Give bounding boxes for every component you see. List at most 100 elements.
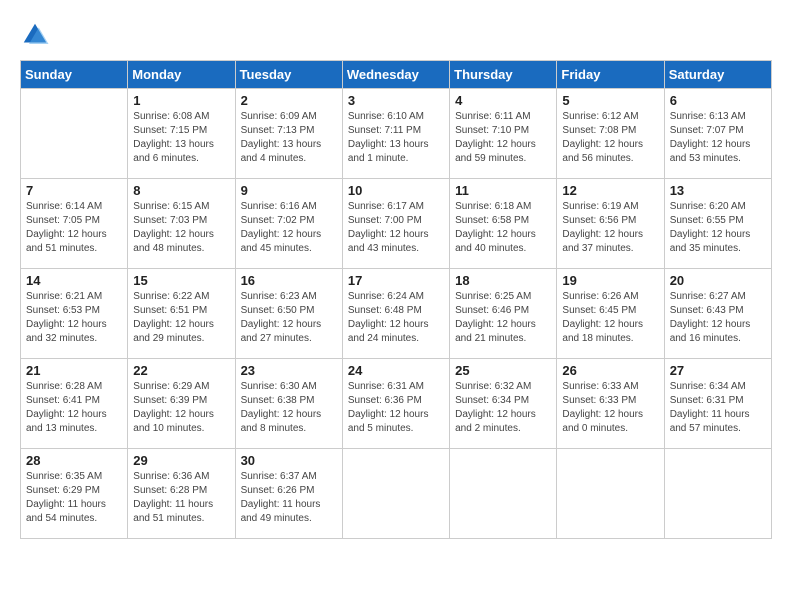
day-number: 15 [133,273,229,288]
calendar-cell: 17 Sunrise: 6:24 AMSunset: 6:48 PMDayligh… [342,269,449,359]
calendar-cell: 1 Sunrise: 6:08 AMSunset: 7:15 PMDaylight… [128,89,235,179]
calendar-cell: 8 Sunrise: 6:15 AMSunset: 7:03 PMDaylight… [128,179,235,269]
calendar-cell: 10 Sunrise: 6:17 AMSunset: 7:00 PMDayligh… [342,179,449,269]
day-number: 23 [241,363,337,378]
calendar-cell: 7 Sunrise: 6:14 AMSunset: 7:05 PMDaylight… [21,179,128,269]
day-number: 22 [133,363,229,378]
day-number: 1 [133,93,229,108]
calendar-cell: 5 Sunrise: 6:12 AMSunset: 7:08 PMDaylight… [557,89,664,179]
day-number: 17 [348,273,444,288]
day-info: Sunrise: 6:15 AMSunset: 7:03 PMDaylight:… [133,200,229,256]
day-number: 28 [26,453,122,468]
day-number: 7 [26,183,122,198]
day-number: 12 [562,183,658,198]
column-header-sunday: Sunday [21,61,128,89]
column-header-thursday: Thursday [450,61,557,89]
day-info: Sunrise: 6:26 AMSunset: 6:45 PMDaylight:… [562,290,658,346]
day-number: 18 [455,273,551,288]
calendar-cell: 9 Sunrise: 6:16 AMSunset: 7:02 PMDaylight… [235,179,342,269]
calendar-cell: 13 Sunrise: 6:20 AMSunset: 6:55 PMDayligh… [664,179,771,269]
day-info: Sunrise: 6:34 AMSunset: 6:31 PMDaylight:… [670,380,766,436]
calendar-cell: 20Sunrise: 6:27 AMSunset: 6:43 PMDayligh… [664,269,771,359]
day-number: 26 [562,363,658,378]
calendar-cell: 2 Sunrise: 6:09 AMSunset: 7:13 PMDaylight… [235,89,342,179]
column-header-wednesday: Wednesday [342,61,449,89]
calendar-week-row: 7 Sunrise: 6:14 AMSunset: 7:05 PMDaylight… [21,179,772,269]
day-info: Sunrise: 6:14 AMSunset: 7:05 PMDaylight:… [26,200,122,256]
day-info: Sunrise: 6:11 AMSunset: 7:10 PMDaylight:… [455,110,551,166]
calendar-cell: 14 Sunrise: 6:21 AMSunset: 6:53 PMDayligh… [21,269,128,359]
calendar-week-row: 14 Sunrise: 6:21 AMSunset: 6:53 PMDayligh… [21,269,772,359]
day-number: 10 [348,183,444,198]
calendar-cell [21,89,128,179]
day-info: Sunrise: 6:22 AMSunset: 6:51 PMDaylight:… [133,290,229,346]
calendar-cell: 25 Sunrise: 6:32 AMSunset: 6:34 PMDayligh… [450,359,557,449]
calendar-cell: 28 Sunrise: 6:35 AMSunset: 6:29 PMDayligh… [21,449,128,539]
day-number: 29 [133,453,229,468]
calendar-cell: 4 Sunrise: 6:11 AMSunset: 7:10 PMDaylight… [450,89,557,179]
calendar-cell: 27 Sunrise: 6:34 AMSunset: 6:31 PMDayligh… [664,359,771,449]
day-info: Sunrise: 6:32 AMSunset: 6:34 PMDaylight:… [455,380,551,436]
calendar-cell: 15 Sunrise: 6:22 AMSunset: 6:51 PMDayligh… [128,269,235,359]
column-header-friday: Friday [557,61,664,89]
calendar-cell: 16 Sunrise: 6:23 AMSunset: 6:50 PMDayligh… [235,269,342,359]
calendar-cell: 30 Sunrise: 6:37 AMSunset: 6:26 PMDayligh… [235,449,342,539]
day-info: Sunrise: 6:30 AMSunset: 6:38 PMDaylight:… [241,380,337,436]
calendar-week-row: 28 Sunrise: 6:35 AMSunset: 6:29 PMDayligh… [21,449,772,539]
day-number: 27 [670,363,766,378]
day-number: 3 [348,93,444,108]
calendar-cell: 26 Sunrise: 6:33 AMSunset: 6:33 PMDayligh… [557,359,664,449]
day-info: Sunrise: 6:09 AMSunset: 7:13 PMDaylight:… [241,110,337,166]
day-info: Sunrise: 6:12 AMSunset: 7:08 PMDaylight:… [562,110,658,166]
calendar-header-row: SundayMondayTuesdayWednesdayThursdayFrid… [21,61,772,89]
day-info: Sunrise: 6:17 AMSunset: 7:00 PMDaylight:… [348,200,444,256]
calendar-cell: 3 Sunrise: 6:10 AMSunset: 7:11 PMDaylight… [342,89,449,179]
calendar-cell [664,449,771,539]
day-info: Sunrise: 6:37 AMSunset: 6:26 PMDaylight:… [241,470,337,526]
calendar-cell: 11Sunrise: 6:18 AMSunset: 6:58 PMDayligh… [450,179,557,269]
day-number: 19 [562,273,658,288]
day-info: Sunrise: 6:29 AMSunset: 6:39 PMDaylight:… [133,380,229,436]
day-number: 9 [241,183,337,198]
calendar-cell [342,449,449,539]
day-number: 2 [241,93,337,108]
day-info: Sunrise: 6:08 AMSunset: 7:15 PMDaylight:… [133,110,229,166]
logo-icon [20,20,50,50]
column-header-saturday: Saturday [664,61,771,89]
day-info: Sunrise: 6:23 AMSunset: 6:50 PMDaylight:… [241,290,337,346]
calendar-cell: 21Sunrise: 6:28 AMSunset: 6:41 PMDayligh… [21,359,128,449]
day-number: 14 [26,273,122,288]
day-number: 13 [670,183,766,198]
day-info: Sunrise: 6:16 AMSunset: 7:02 PMDaylight:… [241,200,337,256]
day-number: 5 [562,93,658,108]
day-number: 30 [241,453,337,468]
day-number: 4 [455,93,551,108]
day-info: Sunrise: 6:36 AMSunset: 6:28 PMDaylight:… [133,470,229,526]
calendar-cell: 12Sunrise: 6:19 AMSunset: 6:56 PMDayligh… [557,179,664,269]
day-number: 11 [455,183,551,198]
day-info: Sunrise: 6:25 AMSunset: 6:46 PMDaylight:… [455,290,551,346]
day-info: Sunrise: 6:20 AMSunset: 6:55 PMDaylight:… [670,200,766,256]
calendar-table: SundayMondayTuesdayWednesdayThursdayFrid… [20,60,772,539]
day-info: Sunrise: 6:35 AMSunset: 6:29 PMDaylight:… [26,470,122,526]
column-header-monday: Monday [128,61,235,89]
calendar-cell: 18 Sunrise: 6:25 AMSunset: 6:46 PMDayligh… [450,269,557,359]
calendar-week-row: 21Sunrise: 6:28 AMSunset: 6:41 PMDayligh… [21,359,772,449]
day-number: 8 [133,183,229,198]
day-info: Sunrise: 6:33 AMSunset: 6:33 PMDaylight:… [562,380,658,436]
calendar-cell [557,449,664,539]
day-info: Sunrise: 6:21 AMSunset: 6:53 PMDaylight:… [26,290,122,346]
calendar-cell: 19 Sunrise: 6:26 AMSunset: 6:45 PMDayligh… [557,269,664,359]
day-info: Sunrise: 6:31 AMSunset: 6:36 PMDaylight:… [348,380,444,436]
day-info: Sunrise: 6:24 AMSunset: 6:48 PMDaylight:… [348,290,444,346]
day-number: 16 [241,273,337,288]
day-number: 20 [670,273,766,288]
day-number: 25 [455,363,551,378]
day-info: Sunrise: 6:10 AMSunset: 7:11 PMDaylight:… [348,110,444,166]
calendar-cell: 23 Sunrise: 6:30 AMSunset: 6:38 PMDayligh… [235,359,342,449]
calendar-cell [450,449,557,539]
calendar-week-row: 1 Sunrise: 6:08 AMSunset: 7:15 PMDaylight… [21,89,772,179]
day-info: Sunrise: 6:13 AMSunset: 7:07 PMDaylight:… [670,110,766,166]
logo [20,20,54,50]
calendar-cell: 6Sunrise: 6:13 AMSunset: 7:07 PMDaylight… [664,89,771,179]
